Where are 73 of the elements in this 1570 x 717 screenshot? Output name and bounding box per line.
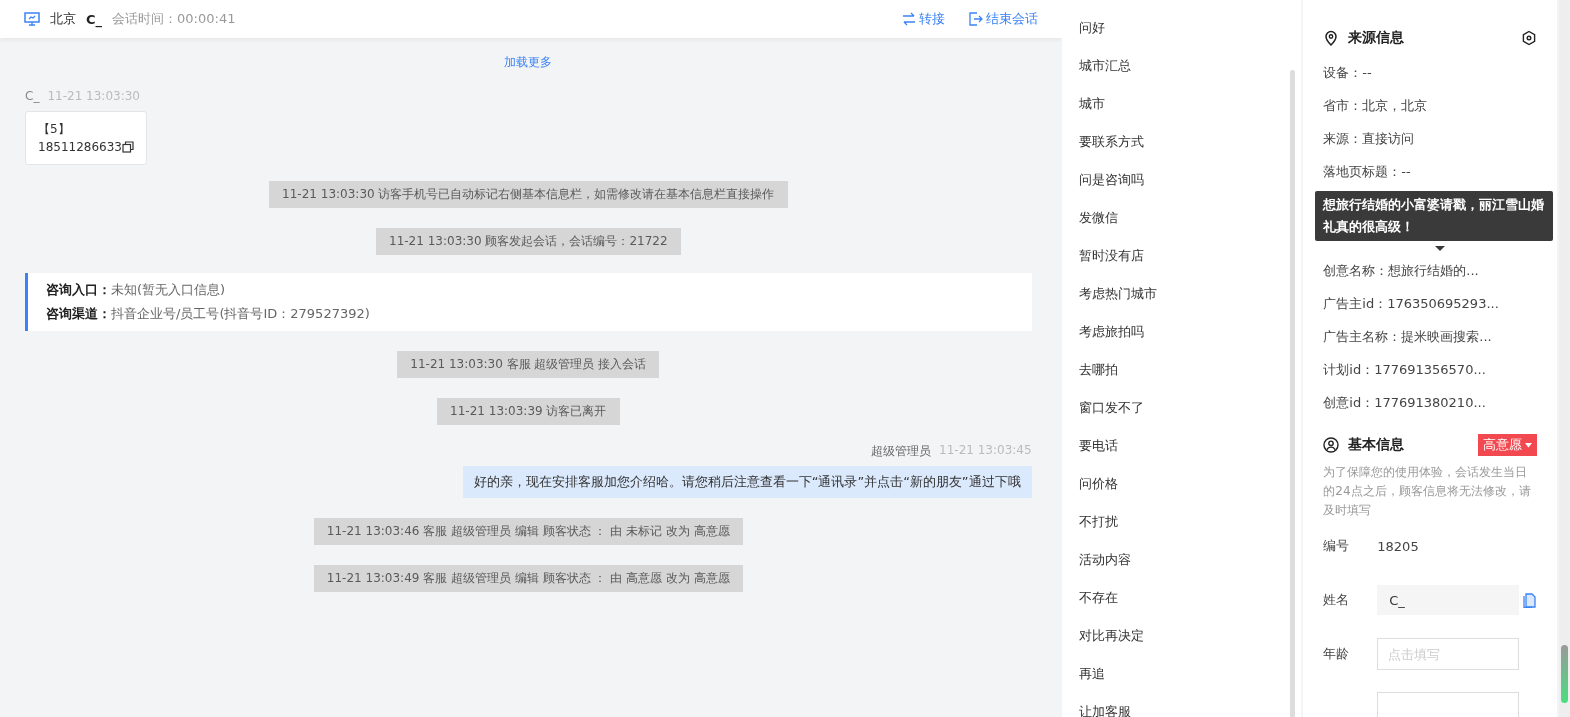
section-title: 来源信息 (1348, 29, 1405, 47)
quick-reply-item[interactable]: 再追 (1061, 664, 1302, 702)
message-time: 11-21 13:03:45 (939, 443, 1032, 459)
copy-icon[interactable] (122, 141, 134, 153)
message-time: 11-21 13:03:30 (47, 89, 140, 103)
caret-icon (1525, 442, 1532, 448)
message-text: 【5】 (38, 121, 70, 138)
document-icon[interactable] (1523, 592, 1537, 608)
info-label: 咨询渠道： (46, 306, 111, 321)
sender-name: 超级管理员 (871, 443, 932, 460)
system-notice: 11-21 13:03:46 客服 超级管理员 编辑 顾客状态 ： 由 未标记 改为 高意愿 (313, 518, 743, 545)
quick-reply-item[interactable]: 去哪拍 (1061, 360, 1302, 398)
exit-icon (968, 12, 983, 26)
quick-reply-item[interactable]: 暂时没有店 (1061, 246, 1302, 284)
end-session-button[interactable]: 结束会话 (968, 10, 1038, 28)
scrollbar-thumb[interactable] (1561, 645, 1568, 703)
source-info-row-text: 设备：-- (1323, 64, 1373, 82)
quick-reply-item[interactable]: 对比再决定 (1061, 626, 1302, 664)
field-label: 年龄 (1323, 645, 1351, 663)
settings-icon[interactable] (1521, 30, 1537, 46)
field-label: 编号 (1323, 537, 1351, 555)
message-bubble: 好的亲，现在安排客服加您介绍哈。请您稍后注意查看一下“通讯录”并点击“新的朋友”通过下哦 (462, 466, 1032, 498)
session-duration: 会话时间：00:00:41 (112, 10, 236, 28)
quick-reply-item[interactable]: 活动内容 (1061, 550, 1302, 588)
sender-name: C_ (25, 89, 40, 103)
quick-reply-item[interactable]: 要联系方式 (1061, 132, 1302, 170)
quick-reply-item[interactable]: 发微信 (1061, 208, 1302, 246)
quick-reply-item[interactable]: 考虑旅拍吗 (1061, 322, 1302, 360)
system-notice: 11-21 13:03:30 客服 超级管理员 接入会话 (397, 351, 660, 378)
quick-reply-item[interactable]: 城市汇总 (1061, 56, 1302, 94)
tooltip: 想旅行结婚的小富婆请戳，丽江雪山婚礼真的很高级！ (1315, 191, 1553, 241)
location-pin-icon (1323, 30, 1340, 46)
quick-reply-item[interactable]: 问是咨询吗 (1061, 170, 1302, 208)
system-notice: 11-21 13:03:30 顾客发起会话，会话编号：21722 (376, 228, 681, 255)
source-info-row-text: 落地页标题：-- (1323, 163, 1412, 181)
notice-text: 为了保障您的使用体验，会话发生当日的24点之后，顾客信息将无法修改，请及时填写 (1323, 464, 1532, 519)
info-value: 抖音企业号/员工号(抖音号ID：279527392) (111, 306, 370, 321)
quick-reply-item[interactable]: 城市 (1061, 94, 1302, 132)
quick-reply-item[interactable]: 让加客服 (1061, 702, 1302, 717)
source-info-row-text: 来源：直接访问 (1323, 130, 1416, 148)
section-title: 基本信息 (1348, 436, 1405, 454)
source-info-row-text: 广告主id：176350695293... (1323, 295, 1500, 313)
transfer-button[interactable]: 转接 (901, 10, 945, 28)
message-text: 18511286633 (38, 139, 122, 156)
source-info-row-text: 创意id：177691380210... (1323, 394, 1487, 412)
visitor-name: C_ (86, 11, 103, 27)
monitor-icon (24, 11, 40, 27)
source-info-row-text: 计划id：177691356570... (1323, 361, 1487, 379)
tooltip-arrow (1435, 246, 1446, 251)
source-info-row-text: 创意名称：想旅行结婚的... (1323, 262, 1480, 280)
source-info-row-text: 广告主名称：提米映画搜索... (1323, 328, 1493, 346)
source-info-row-text: 省市：北京，北京 (1323, 97, 1429, 115)
field-label: 姓名 (1323, 591, 1351, 609)
user-icon (1323, 437, 1340, 453)
quick-reply-item[interactable]: 要电话 (1061, 436, 1302, 474)
quick-reply-item[interactable]: 问好 (1061, 18, 1302, 56)
name-field[interactable]: C_ (1377, 585, 1520, 615)
info-label: 咨询入口： (46, 282, 111, 297)
swap-arrows-icon (901, 12, 916, 26)
load-more-link[interactable]: 加载更多 (504, 54, 553, 71)
info-value: 未知(暂无入口信息) (111, 282, 226, 297)
quick-reply-item[interactable]: 窗口发不了 (1061, 398, 1302, 436)
system-notice: 11-21 13:03:39 访客已离开 (437, 398, 620, 425)
system-notice: 11-21 13:03:49 客服 超级管理员 编辑 顾客状态 ： 由 高意愿 改为 高意愿 (313, 565, 743, 592)
quick-reply-item[interactable]: 不打扰 (1061, 512, 1302, 550)
quick-reply-item[interactable]: 不存在 (1061, 588, 1302, 626)
field-value: 18205 (1377, 538, 1419, 554)
system-notice: 11-21 13:03:30 访客手机号已自动标记右侧基本信息栏，如需修改请在基本信息栏直接操作 (269, 181, 788, 208)
quick-reply-item[interactable]: 问价格 (1061, 474, 1302, 512)
quick-reply-item[interactable]: 考虑热门城市 (1061, 284, 1302, 322)
input-field[interactable] (1377, 692, 1520, 717)
visitor-city: 北京 (50, 10, 76, 28)
status-dropdown[interactable]: 高意愿 (1478, 434, 1537, 456)
